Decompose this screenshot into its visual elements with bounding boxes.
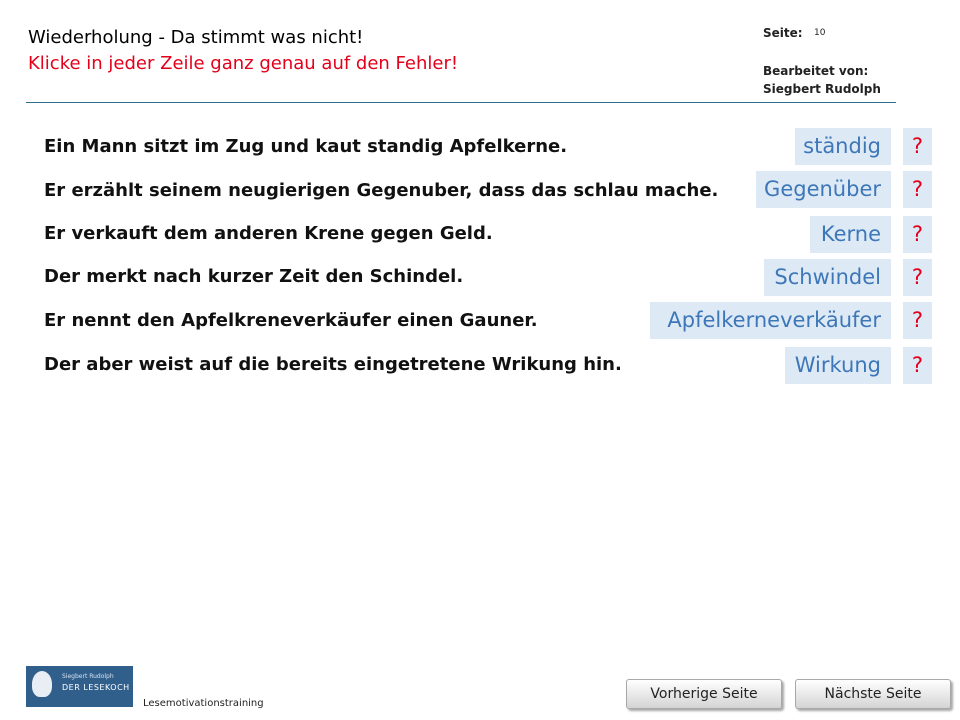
footer-label: Lesemotivationstraining [143, 698, 264, 709]
sentence-row-2[interactable]: Er erzählt seinem neugierigen Gegenuber,… [44, 180, 718, 201]
previous-page-button[interactable]: Vorherige Seite [626, 679, 782, 709]
editor-label: Bearbeitet von: [763, 64, 869, 78]
page-number: 10 [814, 28, 826, 38]
answer-box-row-2: Gegenüber [756, 171, 891, 208]
answer-box-row-3: Kerne [810, 216, 891, 253]
logo-brand: DER LESEKOCH [62, 683, 130, 692]
sentence-row-1[interactable]: Ein Mann sitzt im Zug und kaut standig A… [44, 136, 567, 157]
hint-button-row-3[interactable]: ? [903, 216, 932, 253]
sentence-row-4[interactable]: Der merkt nach kurzer Zeit den Schindel. [44, 266, 463, 287]
editor-name: Siegbert Rudolph [763, 82, 881, 96]
instruction-text: Klicke in jeder Zeile ganz genau auf den… [28, 53, 459, 74]
hint-button-row-2[interactable]: ? [903, 171, 932, 208]
answer-box-row-5: Apfelkerneverkäufer [650, 302, 891, 339]
answer-box-row-4: Schwindel [764, 259, 891, 296]
answer-box-row-6: Wirkung [785, 347, 891, 384]
answer-box-row-1: ständig [795, 128, 891, 165]
header-divider [26, 102, 896, 103]
sentence-row-5[interactable]: Er nennt den Apfelkreneverkäufer einen G… [44, 310, 538, 331]
hint-button-row-6[interactable]: ? [903, 347, 932, 384]
hint-button-row-5[interactable]: ? [903, 302, 932, 339]
page-label: Seite: [763, 26, 803, 40]
lesekoch-logo: Siegbert Rudolph DER LESEKOCH [26, 666, 133, 707]
lightbulb-icon [32, 671, 52, 697]
hint-button-row-4[interactable]: ? [903, 259, 932, 296]
logo-author: Siegbert Rudolph [62, 673, 114, 680]
sentence-row-3[interactable]: Er verkauft dem anderen Krene gegen Geld… [44, 223, 493, 244]
sentence-row-6[interactable]: Der aber weist auf die bereits eingetret… [44, 354, 622, 375]
hint-button-row-1[interactable]: ? [903, 128, 932, 165]
page-title: Wiederholung - Da stimmt was nicht! [28, 27, 364, 48]
next-page-button[interactable]: Nächste Seite [795, 679, 951, 709]
